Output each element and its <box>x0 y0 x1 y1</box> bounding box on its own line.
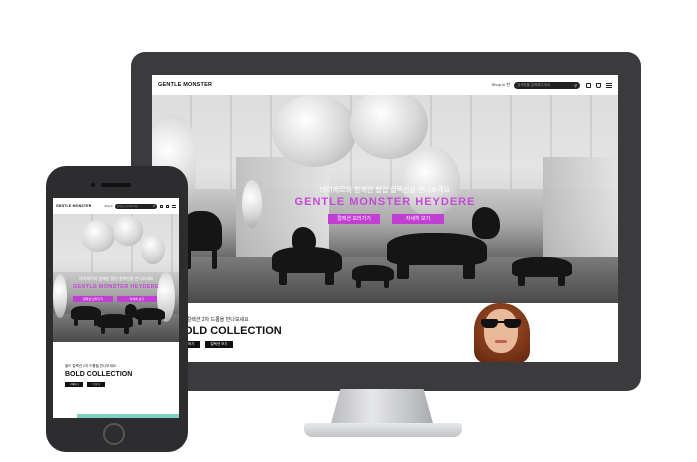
next-banner-strip <box>77 414 179 418</box>
cart-icon[interactable] <box>166 204 169 208</box>
buy-button[interactable]: 구매하기 <box>65 382 83 387</box>
menu-icon[interactable] <box>172 204 176 208</box>
hero-title: GENTLE MONSTER HEYDERE <box>72 284 160 290</box>
search-placeholder: 검색창을 입력해주세요 <box>517 82 551 87</box>
profile-icon[interactable] <box>586 82 591 88</box>
mobile-screen: GENTLE MONSTER Shop in 검색창을 입력해주세요 ⚲ 데이제… <box>53 198 179 418</box>
hero-title: GENTLE MONSTER HEYDERE <box>294 196 476 208</box>
shop-link[interactable]: Shop in 한 <box>492 82 510 88</box>
hero-banner: 데이제르와 함께한 협업 컬렉션을 만나보세요 GENTLE MONSTER H… <box>152 95 618 303</box>
profile-icon[interactable] <box>160 204 163 208</box>
hero-banner: 데이제르와 함께한 협업 컬렉션을 만나보세요 GENTLE MONSTER H… <box>53 214 179 342</box>
details-button[interactable]: 자세히 보기 <box>392 214 444 224</box>
balloon-sculpture <box>272 95 357 167</box>
dog-sculpture <box>472 207 500 239</box>
search-input[interactable]: 검색창을 입력해주세요 ⚲ <box>115 203 157 209</box>
model-photo <box>470 301 532 362</box>
hero-subtitle: 데이제르와 함께한 협업 컬렉션을 만나보세요 <box>78 276 154 281</box>
monitor-base <box>304 423 462 437</box>
collection-button[interactable]: 컬렉션 보러가기 <box>328 214 380 224</box>
phone-speaker <box>101 183 131 187</box>
details-button[interactable]: 자세히 보기 <box>117 296 157 302</box>
search-icon[interactable]: ⚲ <box>574 83 577 88</box>
balloon-sculpture <box>113 216 143 246</box>
dog-sculpture <box>135 308 165 326</box>
promo-section: 볼드 컬렉션 2차 드롭을 만나보세요 BOLD COLLECTION 구매하기… <box>53 342 179 418</box>
dog-sculpture <box>292 227 316 253</box>
dog-sculpture <box>182 211 222 269</box>
desktop-header: GENTLE MONSTER Shop in 한 검색창을 입력해주세요 ⚲ <box>152 75 618 95</box>
home-button[interactable] <box>103 423 125 445</box>
sunglasses-icon <box>481 319 521 328</box>
dog-sculpture <box>512 257 572 286</box>
more-button[interactable]: 더 보기 <box>87 382 105 387</box>
brand-logo[interactable]: GENTLE MONSTER <box>158 82 212 88</box>
balloon-sculpture <box>81 220 115 252</box>
phone-camera <box>91 183 95 187</box>
promo-heading: BOLD COLLECTION <box>65 371 133 378</box>
collection-button[interactable]: 컬렉션 보러가기 <box>73 296 113 302</box>
desktop-screen: GENTLE MONSTER Shop in 한 검색창을 입력해주세요 ⚲ 데… <box>152 75 618 362</box>
shop-link[interactable]: Shop in <box>105 205 113 208</box>
promo-heading: BOLD COLLECTION <box>176 325 282 337</box>
hero-subtitle: 데이제르와 함께한 협업 컬렉션을 만나보세요 <box>319 187 451 194</box>
cart-icon[interactable] <box>596 82 601 88</box>
balloon-sculpture <box>141 234 165 264</box>
promo-text: 볼드 컬렉션 2차 드롭을 만나보세요 <box>65 364 116 368</box>
mobile-header: GENTLE MONSTER Shop in 검색창을 입력해주세요 ⚲ <box>53 198 179 214</box>
search-icon[interactable]: ⚲ <box>153 204 155 208</box>
dog-sculpture <box>387 233 487 280</box>
search-placeholder: 검색창을 입력해주세요 <box>117 206 138 208</box>
brand-logo[interactable]: GENTLE MONSTER <box>56 204 91 208</box>
monitor-stand <box>330 389 434 427</box>
dog-sculpture <box>352 265 394 289</box>
promo-section: 볼드 컬렉션 2차 드롭을 만나보세요 BOLD COLLECTION 구매하기… <box>152 303 618 362</box>
menu-icon[interactable] <box>606 82 612 88</box>
search-input[interactable]: 검색창을 입력해주세요 ⚲ <box>514 81 580 89</box>
view-collection-button[interactable]: 컬렉션 보기 <box>205 341 233 348</box>
